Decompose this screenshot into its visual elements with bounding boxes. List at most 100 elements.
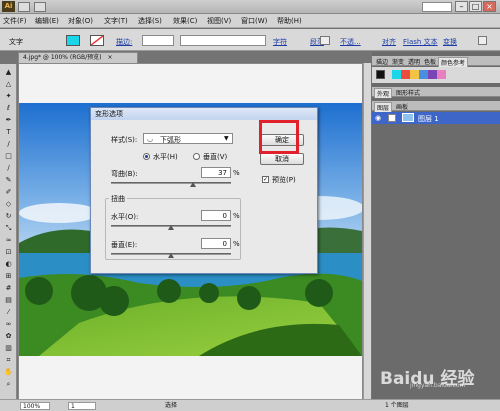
close-button[interactable]: × [483,1,496,12]
vertical-scrollbar[interactable] [363,63,371,400]
stroke-weight-field[interactable] [142,35,174,46]
artboard-tool-icon[interactable]: ⌗ [3,356,14,365]
harmony-chip-5[interactable] [428,70,437,79]
menu-window[interactable]: 窗口(W) [241,16,267,26]
control-bar: 文字 描边: 字符 段落 不透... 对齐 Flash 文本 变换 [0,29,500,51]
character-link[interactable]: 字符 [273,37,287,47]
bend-input[interactable]: 37 [201,167,231,178]
eraser-tool-icon[interactable]: ◇ [3,200,14,209]
menu-select[interactable]: 选择(S) [138,16,162,26]
magic-wand-tool-icon[interactable]: ✦ [3,92,14,101]
layer-name[interactable]: 图层 1 [418,114,439,124]
tab-close-icon[interactable]: × [107,54,112,61]
tab-artboards[interactable]: 画板 [394,102,410,111]
bend-slider-thumb[interactable] [190,182,197,187]
stroke-link[interactable]: 描边: [116,37,132,47]
tab-color-guide[interactable]: 颜色参考 [438,57,469,67]
tab-appearance[interactable]: 外观 [374,88,393,98]
blob-brush-tool-icon[interactable]: ✐ [3,188,14,197]
rotate-tool-icon[interactable]: ↻ [3,212,14,221]
paintbrush-tool-icon[interactable]: ∕ [3,164,14,173]
opacity-link[interactable]: 不透... [340,37,361,47]
layer-row[interactable]: ◉ 图层 1 [372,112,500,124]
layer-count: 1 个图层 [385,402,409,409]
harmony-chip-3[interactable] [410,70,419,79]
tab-layers[interactable]: 图层 [374,102,393,112]
bend-slider[interactable] [111,182,231,184]
direct-selection-tool-icon[interactable]: △ [3,80,14,89]
maximize-button[interactable]: □ [469,1,482,12]
dist-v-input[interactable]: 0 [201,238,231,249]
lock-toggle[interactable] [388,114,396,122]
zoom-tool-icon[interactable]: ⌕ [3,380,14,389]
harmony-chip-2[interactable] [401,70,410,79]
menu-file[interactable]: 文件(F) [3,16,27,26]
control-menu-icon[interactable] [478,36,487,45]
pencil-tool-icon[interactable]: ✎ [3,176,14,185]
transform-link[interactable]: 变换 [443,37,457,47]
shape-builder-tool-icon[interactable]: ◐ [3,260,14,269]
menu-edit[interactable]: 编辑(E) [35,16,59,26]
style-select[interactable]: ◡ 下弧形 ▼ [143,133,233,144]
document-tab[interactable]: 4.jpg* @ 100% (RGB/预览) × [18,52,138,63]
current-tool-label: 选择 [165,402,178,409]
mesh-tool-icon[interactable]: # [3,284,14,293]
distortion-group-label: 扭曲 [109,194,127,204]
tab-swatches[interactable]: 色板 [422,57,438,66]
symbol-sprayer-tool-icon[interactable]: ✿ [3,332,14,341]
rectangle-tool-icon[interactable]: □ [3,152,14,161]
horizontal-radio[interactable] [143,153,150,160]
menu-type[interactable]: 文字(T) [104,16,128,26]
gradient-tool-icon[interactable]: ▤ [3,296,14,305]
graph-tool-icon[interactable]: ▥ [3,344,14,353]
stroke-swatch[interactable] [90,35,104,46]
artboard-page-select[interactable]: 1 [68,402,96,410]
menu-effect[interactable]: 效果(C) [173,16,197,26]
tab-gradient[interactable]: 渐变 [390,57,406,66]
harmony-chip-6[interactable] [437,70,446,79]
scale-tool-icon[interactable]: ⤡ [3,224,14,233]
cancel-button[interactable]: 取消 [260,153,304,165]
right-panel-dock: 描边 渐变 透明 色板 颜色参考 外观 图形样式 图层 画板 [372,52,500,399]
menu-view[interactable]: 视图(V) [207,16,231,26]
selection-tool-icon[interactable]: ▲ [3,68,14,77]
free-transform-tool-icon[interactable]: ⊡ [3,248,14,257]
harmony-chip-1[interactable] [392,70,401,79]
menu-object[interactable]: 对象(O) [68,16,93,26]
line-tool-icon[interactable]: / [3,140,14,149]
vertical-radio[interactable] [193,153,200,160]
type-tool-icon[interactable]: T [3,128,14,137]
preview-checkbox[interactable]: ✓ [262,176,269,183]
style-icon[interactable] [320,36,330,45]
tab-transparency[interactable]: 透明 [406,57,422,66]
visibility-eye-icon[interactable]: ◉ [375,114,381,122]
base-color-chip[interactable] [376,70,385,79]
search-input[interactable] [422,2,452,12]
variable-width-field[interactable] [180,35,266,46]
dist-v-slider-thumb[interactable] [168,253,174,258]
hand-tool-icon[interactable]: ✋ [3,368,14,377]
status-bar: 100% 1 选择 1 个图层 [0,399,500,411]
zoom-select[interactable]: 100% [20,402,50,410]
tab-stroke[interactable]: 描边 [374,57,390,66]
blend-tool-icon[interactable]: ∞ [3,320,14,329]
selection-type-label: 文字 [9,38,23,46]
arrange-documents-icon[interactable] [34,2,46,12]
minimize-button[interactable]: – [455,1,468,12]
perspective-grid-tool-icon[interactable]: ⊞ [3,272,14,281]
warp-tool-icon[interactable]: ≈ [3,236,14,245]
tab-graphic-styles[interactable]: 图形样式 [394,88,422,97]
document-tab-title: 4.jpg* @ 100% (RGB/预览) [23,54,102,61]
fill-swatch[interactable] [66,35,80,46]
dist-h-input[interactable]: 0 [201,210,231,221]
pen-tool-icon[interactable]: ✒ [3,116,14,125]
menu-help[interactable]: 帮助(H) [277,16,302,26]
harmony-chip-4[interactable] [419,70,428,79]
eyedropper-tool-icon[interactable]: ⁄ [3,308,14,317]
no-stroke-icon [90,35,104,46]
flash-text-link[interactable]: Flash 文本 [403,37,438,47]
lasso-tool-icon[interactable]: ℓ [3,104,14,113]
dist-h-slider-thumb[interactable] [168,225,174,230]
align-link[interactable]: 对齐 [382,37,396,47]
bridge-icon[interactable] [18,2,30,12]
